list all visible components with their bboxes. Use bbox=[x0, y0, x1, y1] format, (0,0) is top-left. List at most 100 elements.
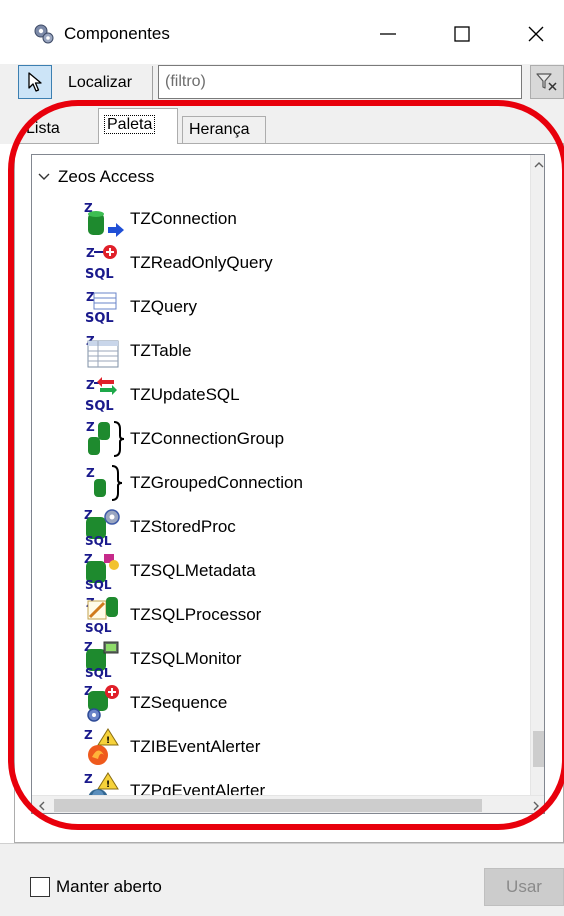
zeos-sql-metadata-icon: Z SQL bbox=[84, 552, 119, 591]
selection-tool-button[interactable] bbox=[18, 65, 52, 99]
scroll-up-button[interactable] bbox=[531, 155, 544, 175]
component-item[interactable]: Z SQL TZSQLMetadata bbox=[82, 551, 256, 591]
minimize-icon bbox=[380, 33, 396, 35]
filter-input[interactable] bbox=[158, 65, 522, 99]
svg-text:Z: Z bbox=[86, 420, 95, 434]
gear-components-icon bbox=[34, 24, 54, 44]
zeos-table-icon: Z bbox=[86, 334, 119, 368]
use-button[interactable]: Usar bbox=[484, 868, 564, 906]
zeos-connection-icon: Z bbox=[84, 201, 124, 237]
chevron-right-icon bbox=[533, 801, 539, 811]
zeos-ib-event-alerter-icon: Z ! bbox=[84, 728, 119, 765]
zeos-sql-processor-icon: Z SQL bbox=[85, 596, 118, 635]
maximize-button[interactable] bbox=[434, 12, 490, 56]
toolbar-separator bbox=[152, 66, 153, 100]
component-item[interactable]: Z TZConnection bbox=[82, 199, 237, 239]
horizontal-scroll-thumb[interactable] bbox=[54, 799, 482, 812]
scroll-right-button[interactable] bbox=[526, 796, 544, 813]
zeos-readonly-query-icon: Z SQL bbox=[85, 245, 117, 282]
component-item[interactable]: Z SQL TZUpdateSQL bbox=[82, 375, 240, 415]
component-label: TZGroupedConnection bbox=[130, 473, 303, 492]
component-tree[interactable]: Zeos Access Z TZConnection Z SQL TZReadO… bbox=[31, 154, 545, 814]
component-item[interactable]: Z ! TZIBEventAlerter bbox=[82, 727, 260, 767]
component-label: TZConnectionGroup bbox=[130, 429, 285, 448]
checkbox-box[interactable] bbox=[30, 877, 50, 897]
chevron-down-icon[interactable] bbox=[38, 172, 50, 182]
horizontal-scrollbar[interactable] bbox=[32, 795, 544, 813]
maximize-icon bbox=[454, 26, 470, 42]
find-label: Localizar bbox=[68, 74, 133, 91]
component-label: TZSQLProcessor bbox=[130, 605, 262, 624]
component-label: TZSQLMetadata bbox=[130, 561, 256, 580]
clear-filter-button[interactable] bbox=[530, 65, 564, 99]
tab-label: Lista bbox=[26, 120, 60, 137]
component-item[interactable]: Z SQL TZSQLMonitor bbox=[82, 639, 241, 679]
component-label: TZConnection bbox=[130, 209, 237, 228]
chevron-up-icon bbox=[534, 162, 544, 168]
chevron-left-icon bbox=[39, 801, 45, 811]
zeos-sequence-icon: Z bbox=[84, 684, 119, 722]
svg-text:Z: Z bbox=[86, 246, 95, 260]
zeos-grouped-connection-icon: Z bbox=[86, 465, 123, 501]
svg-text:Z: Z bbox=[84, 728, 93, 742]
component-item[interactable]: Z TZConnectionGroup bbox=[82, 419, 284, 459]
component-label: TZTable bbox=[130, 341, 192, 360]
close-icon bbox=[528, 26, 544, 42]
scroll-down-button[interactable] bbox=[531, 775, 544, 795]
zeos-update-sql-icon: Z SQL bbox=[85, 377, 117, 414]
component-label: TZReadOnlyQuery bbox=[130, 253, 273, 272]
component-label: TZStoredProc bbox=[130, 517, 236, 536]
component-item[interactable]: Z SQL TZReadOnlyQuery bbox=[82, 243, 273, 283]
component-label: TZIBEventAlerter bbox=[130, 737, 261, 756]
component-item[interactable]: Z SQL TZStoredProc bbox=[82, 507, 236, 547]
component-item[interactable]: Z TZSequence bbox=[82, 683, 227, 723]
svg-text:SQL: SQL bbox=[85, 534, 112, 547]
clear-filter-icon bbox=[536, 73, 557, 91]
component-item[interactable]: Z TZTable bbox=[82, 331, 191, 371]
vertical-scroll-thumb[interactable] bbox=[533, 731, 544, 767]
zeos-connection-group-icon: Z bbox=[86, 420, 125, 457]
vertical-scrollbar[interactable] bbox=[530, 155, 544, 795]
tab-lista[interactable]: Lista bbox=[20, 116, 66, 144]
component-label: TZQuery bbox=[130, 297, 198, 316]
svg-text:!: ! bbox=[106, 736, 110, 746]
close-button[interactable] bbox=[508, 12, 564, 56]
minimize-button[interactable] bbox=[360, 12, 416, 56]
tree-group-zeos-access[interactable]: Zeos Access bbox=[38, 163, 154, 191]
keep-open-label: Manter aberto bbox=[56, 877, 162, 896]
tab-paleta[interactable]: Paleta bbox=[98, 108, 178, 144]
mouse-pointer-icon bbox=[28, 72, 42, 92]
svg-text:SQL: SQL bbox=[85, 267, 114, 282]
component-label: TZUpdateSQL bbox=[130, 385, 240, 404]
zeos-sql-monitor-icon: Z SQL bbox=[84, 640, 119, 679]
window-title: Componentes bbox=[64, 24, 170, 43]
scroll-left-button[interactable] bbox=[32, 796, 52, 813]
svg-text:SQL: SQL bbox=[85, 621, 112, 635]
svg-text:Z: Z bbox=[84, 772, 93, 786]
zeos-stored-proc-icon: Z SQL bbox=[84, 508, 120, 547]
find-button[interactable]: Localizar bbox=[64, 67, 136, 99]
component-label: TZSQLMonitor bbox=[130, 649, 242, 668]
toolbar: Localizar bbox=[0, 64, 564, 104]
svg-text:SQL: SQL bbox=[85, 578, 112, 591]
tab-label: Paleta bbox=[103, 115, 156, 134]
tab-bar: Lista Paleta Herança bbox=[0, 104, 564, 144]
component-label: TZSequence bbox=[130, 693, 228, 712]
tree-group-label: Zeos Access bbox=[58, 167, 155, 186]
palette-tab-panel: Zeos Access Z TZConnection Z SQL TZReadO… bbox=[14, 143, 564, 843]
svg-text:Z: Z bbox=[86, 378, 95, 392]
component-item[interactable]: Z SQL TZQuery bbox=[82, 287, 197, 327]
tab-label: Herança bbox=[189, 121, 250, 138]
svg-text:!: ! bbox=[106, 780, 110, 790]
svg-text:SQL: SQL bbox=[85, 666, 112, 679]
tab-heranca[interactable]: Herança bbox=[182, 116, 266, 144]
footer-bar: Manter aberto Usar bbox=[0, 843, 564, 916]
keep-open-checkbox[interactable]: Manter aberto bbox=[30, 877, 162, 897]
component-item[interactable]: Z SQL TZSQLProcessor bbox=[82, 595, 261, 635]
title-bar: Componentes bbox=[0, 0, 564, 64]
svg-text:SQL: SQL bbox=[85, 399, 114, 414]
component-item[interactable]: Z TZGroupedConnection bbox=[82, 463, 303, 503]
svg-text:SQL: SQL bbox=[85, 311, 114, 326]
zeos-query-icon: Z SQL bbox=[85, 290, 117, 326]
svg-text:Z: Z bbox=[86, 466, 95, 480]
